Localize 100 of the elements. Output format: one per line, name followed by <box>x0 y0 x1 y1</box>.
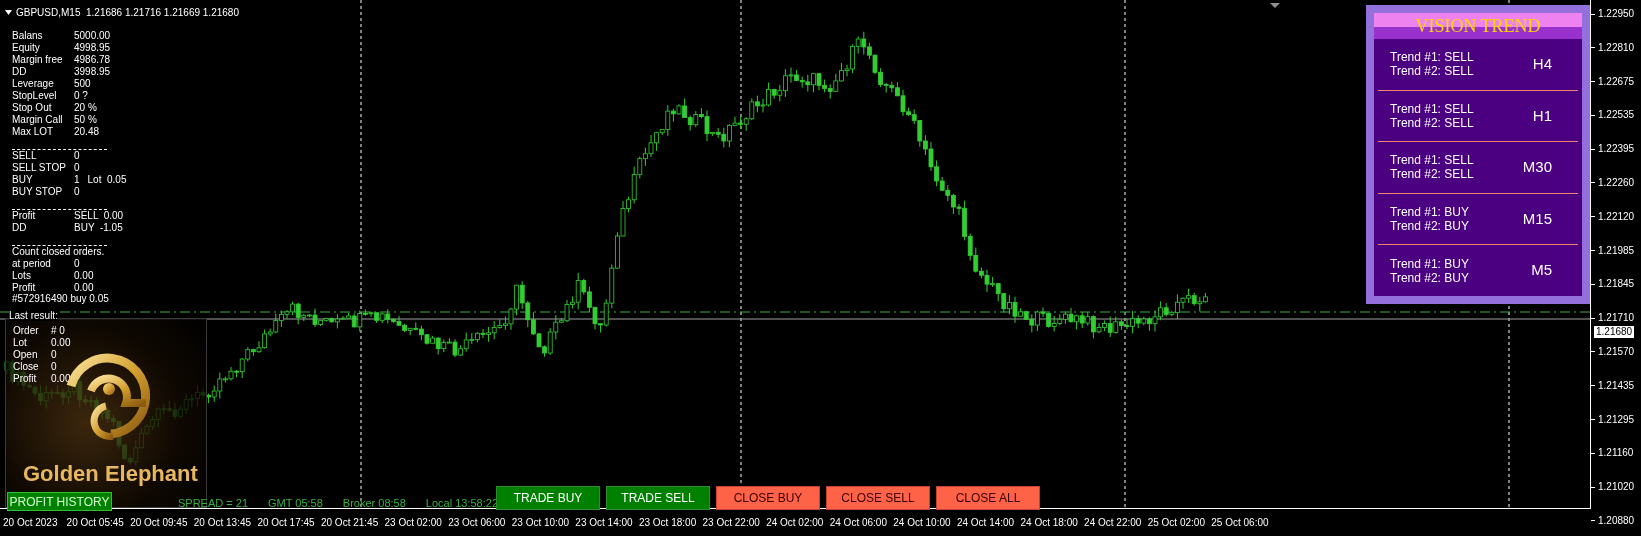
account-label: Margin Call <box>12 114 64 126</box>
result-value: 0 <box>51 349 57 361</box>
account-value: 20 % <box>74 102 98 114</box>
chart-title: GBPUSD,M15 1.21686 1.21716 1.21669 1.21680 <box>16 6 239 20</box>
account-value: 5000.00 <box>74 30 112 42</box>
current-price-label: 1.21680 <box>1594 326 1635 338</box>
trend-text: Trend #1: BUY <box>1390 256 1469 271</box>
price-label: 1.22395 <box>1598 143 1635 156</box>
trend-text: Trend #2: BUY <box>1390 270 1469 285</box>
account-value: Lot 0.05 <box>87 174 128 186</box>
result-title: Last result: <box>9 311 58 321</box>
time-label: 25 Oct 02:00 <box>1147 516 1206 530</box>
price-label: 1.20880 <box>1598 514 1635 527</box>
account-value: 50 % <box>74 114 98 126</box>
account-label: DD <box>12 222 28 234</box>
price-label: 1.21710 <box>1598 312 1635 325</box>
last-trade-text: #572916490 buy 0.05 <box>12 293 110 305</box>
profit-history-button[interactable]: PROFIT HISTORY <box>7 492 112 511</box>
account-label: Balans <box>12 30 44 42</box>
trade-button[interactable]: TRADE SELL <box>606 486 710 510</box>
account-label: BUY <box>12 174 34 186</box>
account-value: 500 <box>74 78 92 90</box>
account-label: at period <box>12 258 52 270</box>
account-label: BUY STOP <box>12 186 64 198</box>
trend-text: Trend #1: SELL <box>1390 50 1474 65</box>
time-label: 25 Oct 06:00 <box>1211 516 1270 530</box>
time-label: 23 Oct 22:00 <box>702 516 761 530</box>
account-value: 0 <box>74 258 81 270</box>
account-value: 3998.95 <box>74 66 112 78</box>
status-text: SPREAD = 21 <box>178 497 248 510</box>
account-value: 4998.95 <box>74 42 112 54</box>
price-label: 1.22950 <box>1598 8 1635 20</box>
time-label: 20 Oct 2023 <box>3 516 59 530</box>
account-label: Stop Out <box>12 102 53 114</box>
vision-trend-title: VISION TREND <box>1415 14 1541 38</box>
account-label: Max LOT <box>12 126 55 138</box>
result-label: Profit <box>13 373 38 385</box>
result-value: 0 <box>51 361 57 373</box>
time-label: 24 Oct 06:00 <box>829 516 888 530</box>
account-label: Equity <box>12 42 41 54</box>
time-label: 24 Oct 02:00 <box>766 516 825 530</box>
account-value: 0 <box>74 162 81 174</box>
price-label: 1.22260 <box>1598 177 1635 189</box>
time-label: 23 Oct 18:00 <box>638 516 698 530</box>
time-label: 24 Oct 14:00 <box>956 516 1016 530</box>
account-label: Profit <box>12 282 37 294</box>
price-label: 1.22810 <box>1598 41 1635 54</box>
trend-text: Trend #1: SELL <box>1390 153 1474 168</box>
price-label: 1.21160 <box>1598 447 1634 460</box>
account-label: SELL STOP <box>12 162 67 174</box>
time-label: 23 Oct 02:00 <box>384 516 443 530</box>
account-label: Margin free <box>12 54 64 66</box>
timeframe-label: H4 <box>1532 54 1552 75</box>
trade-button[interactable]: CLOSE BUY <box>716 486 820 510</box>
result-value: # 0 <box>51 325 65 337</box>
time-label: 23 Oct 14:00 <box>575 516 634 530</box>
account-value: 0 ? <box>74 90 89 102</box>
time-label: 23 Oct 10:00 <box>511 516 570 530</box>
result-label: Lot <box>13 337 28 349</box>
account-label: Leverage <box>12 78 55 90</box>
price-label: 1.22120 <box>1598 210 1635 223</box>
time-label: 20 Oct 05:45 <box>66 516 125 530</box>
time-label: 20 Oct 21:45 <box>320 516 380 530</box>
account-label: Count closed orders. <box>12 246 106 258</box>
timeframe-label: M15 <box>1522 208 1552 229</box>
time-label: 23 Oct 06:00 <box>448 516 507 530</box>
time-label: 24 Oct 22:00 <box>1084 516 1143 530</box>
account-value: 4986.78 <box>74 54 112 66</box>
time-label: 20 Oct 13:45 <box>193 516 253 530</box>
time-label: 24 Oct 10:00 <box>893 516 952 530</box>
account-label: StopLevel <box>12 90 58 102</box>
result-label: Order <box>13 325 40 337</box>
trend-text: Trend #2: SELL <box>1390 64 1474 79</box>
result-value: 0.00 <box>51 337 71 349</box>
price-label: 1.21985 <box>1598 244 1635 257</box>
account-value: 20.48 <box>74 126 101 138</box>
time-label: 20 Oct 17:45 <box>257 516 316 530</box>
trend-text: Trend #2: BUY <box>1390 219 1469 234</box>
timeframe-label: M5 <box>1531 260 1552 281</box>
account-value: SELL 0.00 <box>74 210 125 222</box>
account-value: 0 <box>74 186 81 198</box>
logo-text: Golden Elephant <box>23 460 198 488</box>
trend-text: Trend #1: SELL <box>1390 101 1474 116</box>
trend-text: Trend #2: SELL <box>1390 115 1474 130</box>
price-label: 1.22675 <box>1598 75 1635 88</box>
time-label: 20 Oct 09:45 <box>130 516 189 530</box>
trade-button[interactable]: TRADE BUY <box>496 486 600 510</box>
timeframe-label: M30 <box>1522 157 1552 178</box>
account-label: Lots <box>12 270 32 282</box>
price-label: 1.21435 <box>1598 379 1635 392</box>
result-label: Close <box>13 361 40 373</box>
account-label: Profit <box>12 210 37 222</box>
account-value: 1 <box>74 174 81 186</box>
account-label: DD <box>12 66 28 78</box>
status-text: Broker 08:58 <box>342 497 406 510</box>
time-label: 24 Oct 18:00 <box>1020 516 1079 530</box>
trend-text: Trend #2: SELL <box>1390 167 1474 182</box>
trade-button[interactable]: CLOSE ALL <box>936 486 1040 510</box>
status-text: GMT 05:58 <box>268 497 323 510</box>
trade-button[interactable]: CLOSE SELL <box>826 486 930 510</box>
